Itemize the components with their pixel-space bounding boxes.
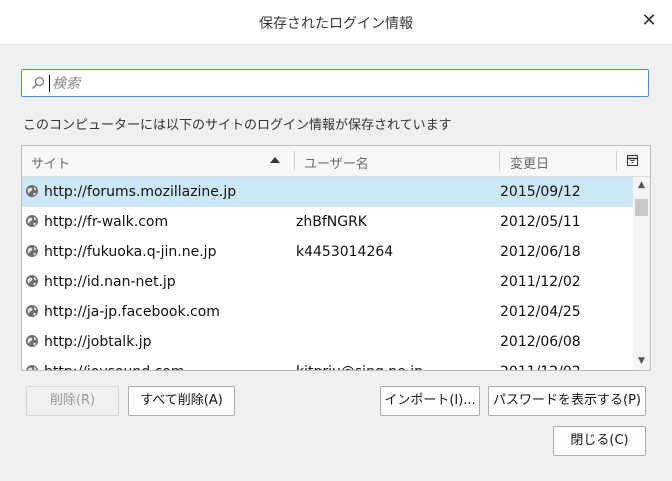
search-input[interactable] [50, 73, 644, 95]
table-row[interactable]: http://id.nan-net.jp 2011/12/02 [22, 267, 633, 297]
column-picker-icon[interactable] [627, 155, 638, 166]
cell-site: http://jobtalk.jp [44, 334, 152, 350]
scroll-up-icon[interactable]: ▲ [633, 177, 650, 194]
globe-icon [26, 305, 38, 317]
table-row[interactable]: http://joysound.com kitpriu@sing.ne.jp 201… [22, 357, 633, 370]
globe-icon [26, 365, 38, 370]
cell-site: http://joysound.com [44, 364, 184, 370]
cell-changed: 2012/04/25 [500, 304, 581, 320]
column-header-site[interactable]: サイト [31, 153, 70, 172]
cell-username: kitpriu@sing.ne.jp [296, 364, 423, 370]
column-divider[interactable] [294, 151, 295, 171]
cell-username: k4453014264 [296, 244, 394, 260]
cell-changed: 2012/06/18 [500, 244, 581, 260]
table-row[interactable]: http://fukuoka.q-jin.ne.jp k4453014264 201… [22, 237, 633, 267]
globe-icon [26, 335, 38, 347]
table-body: http://forums.mozillazine.jp 2015/09/12 ht… [22, 177, 633, 370]
scroll-down-icon[interactable]: ▼ [633, 353, 650, 370]
globe-icon [26, 245, 38, 257]
scrollbar-thumb[interactable] [635, 199, 648, 216]
globe-icon [26, 275, 38, 287]
table-row[interactable]: http://jobtalk.jp 2012/06/08 [22, 327, 633, 357]
column-header-username[interactable]: ユーザー名 [304, 153, 369, 172]
close-window-icon[interactable]: ✕ [638, 10, 660, 32]
cell-username: zhBfNGRK [296, 214, 367, 230]
title-bar: 保存されたログイン情報 ✕ [0, 0, 672, 45]
close-button[interactable]: 閉じる(C) [553, 426, 646, 456]
search-box[interactable] [21, 69, 649, 97]
show-passwords-button[interactable]: パスワードを表示する(P) [488, 386, 646, 416]
globe-icon [26, 215, 38, 227]
cell-changed: 2012/05/11 [500, 214, 581, 230]
table-header: サイト ユーザー名 変更日 [22, 146, 650, 177]
table-row[interactable]: http://ja-jp.facebook.com 2012/04/25 [22, 297, 633, 327]
cell-site: http://fr-walk.com [44, 214, 169, 230]
column-divider[interactable] [616, 151, 617, 171]
cell-site: http://ja-jp.facebook.com [44, 304, 220, 320]
table-row[interactable]: http://forums.mozillazine.jp 2015/09/12 [22, 177, 633, 207]
vertical-scrollbar[interactable]: ▲ ▼ [633, 177, 650, 370]
remove-all-button[interactable]: すべて削除(A) [128, 386, 235, 416]
remove-button[interactable]: 削除(R) [26, 386, 119, 416]
cell-site: http://fukuoka.q-jin.ne.jp [44, 244, 217, 260]
globe-icon [26, 185, 38, 197]
column-divider[interactable] [499, 151, 500, 171]
cell-changed: 2012/06/08 [500, 334, 581, 350]
description-text: このコンピューターには以下のサイトのログイン情報が保存されています [23, 118, 452, 133]
column-header-changed[interactable]: 変更日 [510, 153, 549, 172]
table-row[interactable]: http://fr-walk.com zhBfNGRK 2012/05/11 [22, 207, 633, 237]
logins-table[interactable]: サイト ユーザー名 変更日 http://forums.mozillazine.… [21, 145, 651, 371]
import-button[interactable]: インポート(I)... [380, 386, 480, 416]
search-icon [31, 76, 45, 90]
window-title: 保存されたログイン情報 [259, 16, 413, 32]
sort-ascending-icon [270, 157, 280, 163]
cell-changed: 2011/12/02 [500, 364, 581, 370]
cell-site: http://forums.mozillazine.jp [44, 184, 237, 200]
cell-changed: 2015/09/12 [500, 184, 581, 200]
cell-site: http://id.nan-net.jp [44, 274, 176, 290]
cell-changed: 2011/12/02 [500, 274, 581, 290]
